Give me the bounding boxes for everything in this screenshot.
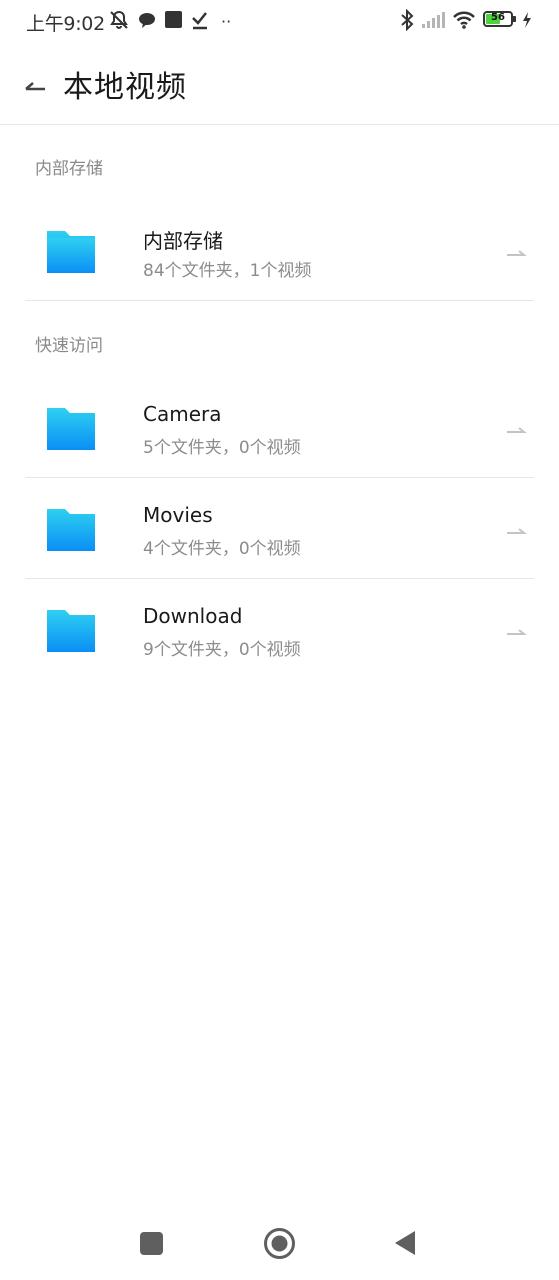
- battery-nub: [513, 16, 516, 22]
- folder-name: Movies: [143, 503, 213, 527]
- app-header: 本地视频: [0, 44, 559, 125]
- folder-name: Camera: [143, 402, 222, 426]
- more-dots-icon: ··: [221, 12, 232, 31]
- folder-icon: [47, 509, 95, 551]
- section-label-quick-access: 快速访问: [35, 336, 103, 356]
- chevron-right-icon: [507, 427, 527, 433]
- mute-icon: [110, 10, 128, 29]
- battery-icon: 56: [483, 11, 513, 27]
- signal-icon: [422, 12, 445, 28]
- chevron-right-icon: [507, 629, 527, 635]
- folder-meta: 84个文件夹，1个视频: [143, 261, 312, 281]
- folder-row-camera[interactable]: Camera 5个文件夹，0个视频: [25, 378, 534, 478]
- folder-row-download[interactable]: Download 9个文件夹，0个视频: [25, 580, 534, 680]
- folder-name: 内部存储: [143, 229, 223, 253]
- chat-icon: [139, 13, 155, 28]
- chevron-right-icon: [507, 528, 527, 534]
- folder-icon: [47, 408, 95, 450]
- home-icon[interactable]: [263, 1227, 296, 1260]
- chevron-right-icon: [507, 250, 527, 256]
- folder-row-movies[interactable]: Movies 4个文件夹，0个视频: [25, 479, 534, 579]
- folder-name: Download: [143, 604, 243, 628]
- folder-meta: 4个文件夹，0个视频: [143, 539, 301, 559]
- square-icon: [165, 11, 182, 28]
- recents-icon[interactable]: [140, 1232, 163, 1255]
- back-arrow-icon[interactable]: [22, 70, 50, 98]
- page-title: 本地视频: [63, 70, 187, 105]
- bluetooth-icon: [401, 9, 414, 31]
- wifi-icon: [453, 11, 475, 29]
- status-time: 上午9:02: [26, 13, 105, 35]
- folder-row-internal-storage[interactable]: 内部存储 84个文件夹，1个视频: [25, 201, 534, 301]
- battery-level: 56: [491, 12, 505, 23]
- section-label-internal: 内部存储: [35, 159, 103, 179]
- charging-icon: [523, 12, 531, 28]
- folder-icon: [47, 610, 95, 652]
- status-bar: 上午9:02 ·· 56: [0, 0, 559, 44]
- system-nav-bar: [0, 1205, 559, 1280]
- back-triangle-icon[interactable]: [393, 1229, 417, 1257]
- check-icon: [192, 12, 207, 30]
- folder-icon: [47, 231, 95, 273]
- folder-meta: 9个文件夹，0个视频: [143, 640, 301, 660]
- folder-meta: 5个文件夹，0个视频: [143, 438, 301, 458]
